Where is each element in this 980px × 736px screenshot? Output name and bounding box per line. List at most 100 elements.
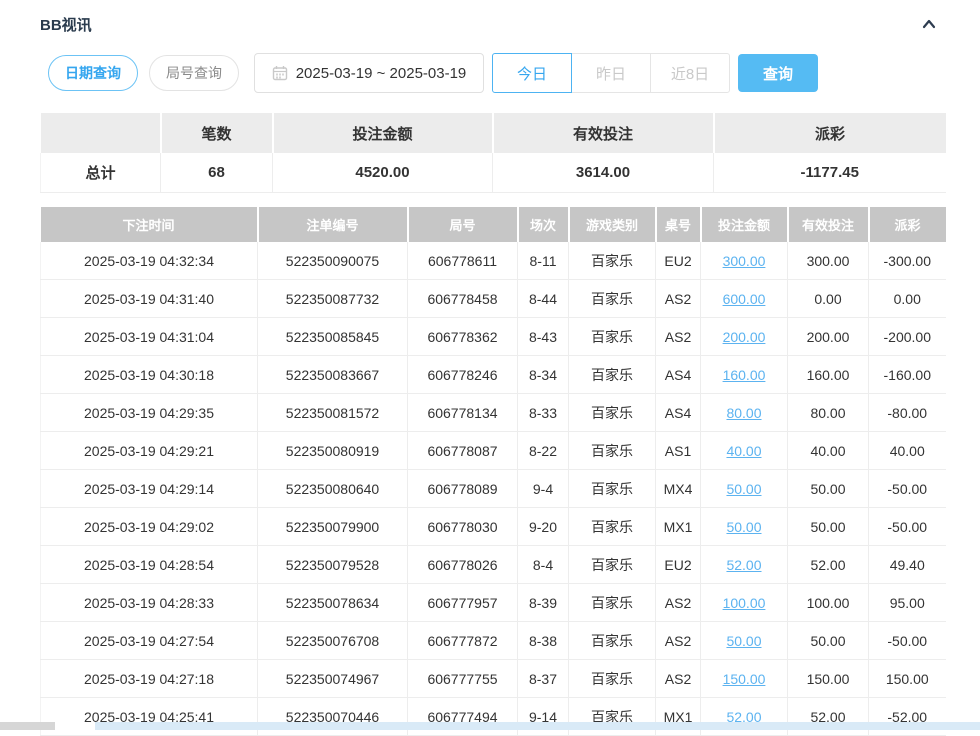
summary-total-label: 总计: [41, 153, 161, 193]
bet-amount-cell: 160.00: [701, 356, 788, 394]
bet-amount-link[interactable]: 50.00: [726, 519, 761, 535]
table-row: 2025-03-19 04:31:04 522350085845 6067783…: [41, 318, 946, 356]
bet-time-cell: 2025-03-19 04:28:54: [41, 546, 258, 584]
date-query-tab[interactable]: 日期查询: [48, 55, 138, 91]
order-number-cell: 522350080919: [258, 432, 408, 470]
bet-amount-link[interactable]: 100.00: [723, 595, 766, 611]
session-cell: 9-20: [518, 508, 569, 546]
horizontal-scrollbar[interactable]: [0, 722, 980, 730]
payout-cell: 0.00: [869, 280, 946, 318]
valid-bet-cell: 0.00: [788, 280, 869, 318]
round-number-cell: 606778026: [408, 546, 518, 584]
payout-cell: -50.00: [869, 470, 946, 508]
round-query-tab[interactable]: 局号查询: [149, 55, 239, 91]
bet-time-cell: 2025-03-19 04:32:34: [41, 242, 258, 280]
bet-amount-link[interactable]: 50.00: [726, 481, 761, 497]
bet-amount-link[interactable]: 300.00: [723, 253, 766, 269]
search-button[interactable]: 查询: [738, 54, 818, 92]
valid-bet-cell: 80.00: [788, 394, 869, 432]
records-header-valid-bet: 有效投注: [788, 207, 869, 242]
table-row: 2025-03-19 04:31:40 522350087732 6067784…: [41, 280, 946, 318]
order-number-cell: 522350090075: [258, 242, 408, 280]
game-type-cell: 百家乐: [569, 546, 656, 584]
valid-bet-cell: 300.00: [788, 242, 869, 280]
bet-time-cell: 2025-03-19 04:30:18: [41, 356, 258, 394]
round-number-cell: 606778458: [408, 280, 518, 318]
summary-count-value: 68: [161, 153, 273, 193]
betting-records-panel: BB视讯 日期查询 局号查询 2025-03-19: [0, 0, 980, 736]
records-table: 下注时间 注单编号 局号 场次 游戏类别 桌号 投注金额 有效投注 派彩 202…: [40, 207, 946, 736]
payout-cell: 49.40: [869, 546, 946, 584]
page-title: BB视讯: [40, 14, 92, 35]
bet-amount-cell: 52.00: [701, 546, 788, 584]
game-type-cell: 百家乐: [569, 432, 656, 470]
bet-amount-link[interactable]: 40.00: [726, 443, 761, 459]
payout-cell: -300.00: [869, 242, 946, 280]
horizontal-scrollbar-track[interactable]: [95, 722, 980, 730]
bet-amount-cell: 300.00: [701, 242, 788, 280]
session-cell: 8-33: [518, 394, 569, 432]
session-cell: 8-38: [518, 622, 569, 660]
bet-amount-link[interactable]: 150.00: [723, 671, 766, 687]
payout-cell: -80.00: [869, 394, 946, 432]
session-cell: 8-43: [518, 318, 569, 356]
bet-amount-link[interactable]: 52.00: [726, 557, 761, 573]
calendar-icon: [272, 65, 288, 81]
bet-amount-link[interactable]: 80.00: [726, 405, 761, 421]
quick-range-yesterday[interactable]: 昨日: [571, 53, 651, 93]
table-number-cell: AS1: [656, 432, 701, 470]
table-row: 2025-03-19 04:28:33 522350078634 6067779…: [41, 584, 946, 622]
session-cell: 8-44: [518, 280, 569, 318]
session-cell: 8-11: [518, 242, 569, 280]
summary-table: 笔数 投注金额 有效投注 派彩 总计 68 4520.00 3614.00 -1…: [40, 113, 946, 193]
date-range-value: 2025-03-19 ~ 2025-03-19: [296, 65, 467, 82]
records-header-order-number: 注单编号: [258, 207, 408, 242]
bet-amount-link[interactable]: 600.00: [723, 291, 766, 307]
order-number-cell: 522350087732: [258, 280, 408, 318]
round-number-cell: 606777957: [408, 584, 518, 622]
order-number-cell: 522350083667: [258, 356, 408, 394]
horizontal-scrollbar-thumb[interactable]: [0, 722, 55, 730]
bet-time-cell: 2025-03-19 04:29:21: [41, 432, 258, 470]
bet-time-cell: 2025-03-19 04:27:18: [41, 660, 258, 698]
order-number-cell: 522350074967: [258, 660, 408, 698]
game-type-cell: 百家乐: [569, 394, 656, 432]
bet-amount-cell: 50.00: [701, 508, 788, 546]
table-number-cell: AS2: [656, 280, 701, 318]
order-number-cell: 522350080640: [258, 470, 408, 508]
bet-amount-cell: 50.00: [701, 622, 788, 660]
bet-amount-link[interactable]: 160.00: [723, 367, 766, 383]
game-type-cell: 百家乐: [569, 242, 656, 280]
bet-time-cell: 2025-03-19 04:31:04: [41, 318, 258, 356]
valid-bet-cell: 50.00: [788, 622, 869, 660]
game-type-cell: 百家乐: [569, 470, 656, 508]
round-number-cell: 606777755: [408, 660, 518, 698]
table-row: 2025-03-19 04:27:18 522350074967 6067777…: [41, 660, 946, 698]
bet-amount-link[interactable]: 50.00: [726, 633, 761, 649]
game-type-cell: 百家乐: [569, 318, 656, 356]
table-number-cell: AS2: [656, 622, 701, 660]
chevron-up-icon[interactable]: [918, 13, 940, 35]
summary-header-valid-bet: 有效投注: [493, 113, 714, 153]
bet-amount-link[interactable]: 200.00: [723, 329, 766, 345]
summary-total-row: 总计 68 4520.00 3614.00 -1177.45: [41, 153, 946, 193]
valid-bet-cell: 40.00: [788, 432, 869, 470]
order-number-cell: 522350081572: [258, 394, 408, 432]
table-row: 2025-03-19 04:28:54 522350079528 6067780…: [41, 546, 946, 584]
summary-valid-bet-value: 3614.00: [493, 153, 714, 193]
summary-header-count: 笔数: [161, 113, 273, 153]
table-number-cell: AS2: [656, 660, 701, 698]
panel-header: BB视讯: [40, 0, 945, 38]
quick-range-last8days[interactable]: 近8日: [650, 53, 730, 93]
payout-cell: -50.00: [869, 622, 946, 660]
order-number-cell: 522350079528: [258, 546, 408, 584]
bet-time-cell: 2025-03-19 04:29:35: [41, 394, 258, 432]
bet-time-cell: 2025-03-19 04:27:54: [41, 622, 258, 660]
bet-time-cell: 2025-03-19 04:31:40: [41, 280, 258, 318]
round-number-cell: 606778087: [408, 432, 518, 470]
valid-bet-cell: 50.00: [788, 470, 869, 508]
date-range-picker[interactable]: 2025-03-19 ~ 2025-03-19: [254, 53, 484, 93]
quick-range-today[interactable]: 今日: [492, 53, 572, 93]
bet-time-cell: 2025-03-19 04:29:02: [41, 508, 258, 546]
bet-amount-cell: 200.00: [701, 318, 788, 356]
